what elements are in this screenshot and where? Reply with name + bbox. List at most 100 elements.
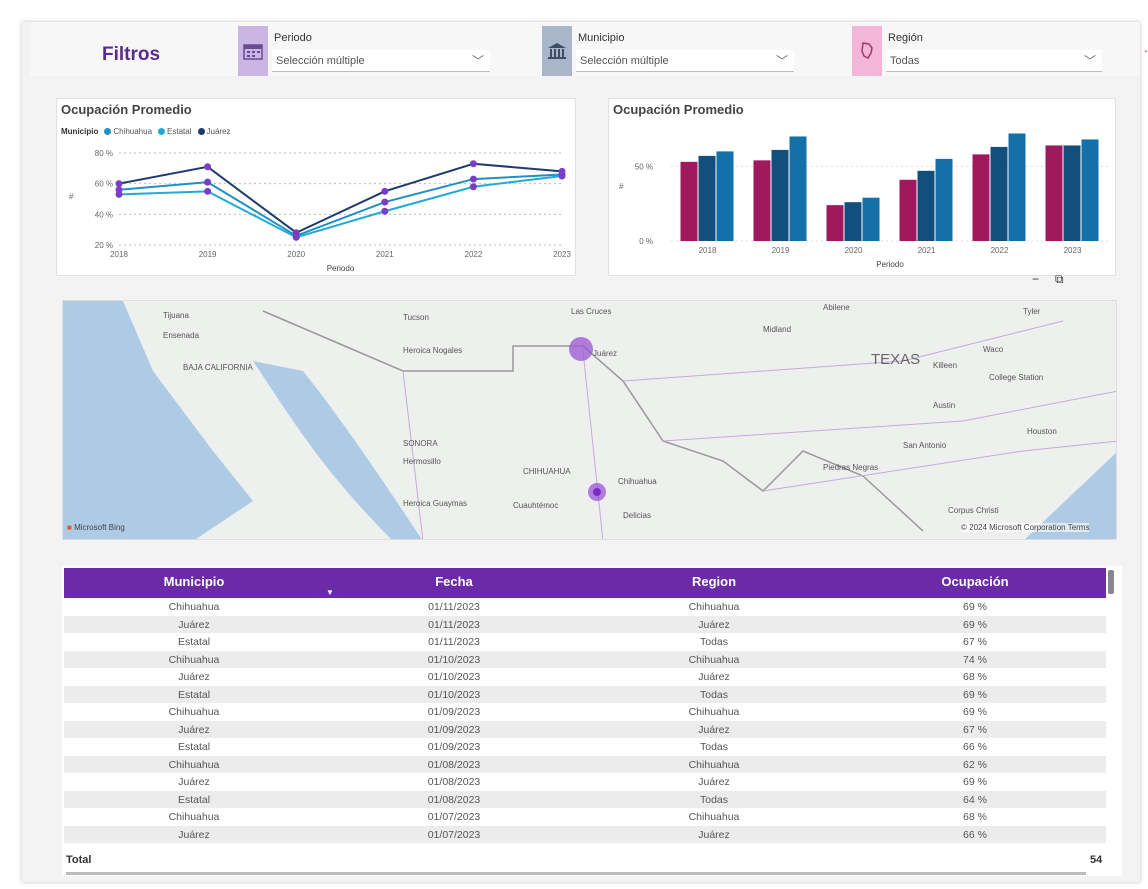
table-cell: Todas xyxy=(699,793,729,806)
table-row[interactable]: Estatal 01/08/2023 Todas 64 % xyxy=(64,790,1106,808)
map-label: Waco xyxy=(983,345,1004,354)
sort-down-icon[interactable]: ▼ xyxy=(326,588,334,597)
chevron-down-icon: ﹀ xyxy=(775,54,788,68)
bar xyxy=(990,146,1008,241)
focus-mode-icon[interactable]: ⧉ xyxy=(1055,272,1064,287)
table-cell: Chihuahua xyxy=(168,601,220,613)
map-attribution[interactable]: © 2024 Microsoft Corporation Terms xyxy=(961,523,1090,532)
filter-municipio[interactable]: Municipio Selección múltiple ﹀ xyxy=(542,26,794,76)
data-point xyxy=(204,178,212,186)
chevron-down-icon: ﹀ xyxy=(1083,54,1096,68)
filter-municipio-label: Municipio xyxy=(578,32,625,44)
table-header: Municipio Fecha Region Ocupación ▼ xyxy=(64,568,1106,598)
table-cell: Estatal xyxy=(177,793,211,806)
series-line-1 xyxy=(118,175,563,239)
header-municipio[interactable]: Municipio xyxy=(64,574,324,589)
table-cell: Chihuahua xyxy=(688,706,740,718)
table-body: Chihuahua 01/11/2023 Chihuahua 69 % Juárez 01… xyxy=(64,598,1106,843)
data-point xyxy=(469,160,477,168)
table-cell: 67 % xyxy=(963,723,987,736)
bar xyxy=(1045,145,1063,241)
filter-region-select[interactable]: Todas ﹀ xyxy=(886,50,1102,72)
map-label: College Station xyxy=(989,373,1044,382)
filter-municipio-select[interactable]: Selección múltiple ﹀ xyxy=(576,50,794,72)
data-point xyxy=(204,187,212,195)
map-label: Corpus Christi xyxy=(948,506,999,515)
total-value: 54 xyxy=(1090,854,1103,866)
bar xyxy=(899,179,917,241)
bar-chart-panel: Ocupación Promedio 0 % 50 % #2018 2019 2020 2… xyxy=(608,98,1116,276)
table-cell: 62 % xyxy=(963,758,987,771)
table-cell: Juárez xyxy=(698,671,730,683)
table-cell: Chihuahua xyxy=(168,758,220,771)
table-cell: Juárez xyxy=(178,828,210,841)
series-line-2 xyxy=(118,162,563,234)
map-label: Austin xyxy=(933,401,956,410)
header-region[interactable]: Region xyxy=(584,574,844,589)
table-row[interactable]: Juárez 01/09/2023 Juárez 67 % xyxy=(64,720,1106,738)
map-svg xyxy=(63,301,1116,539)
table-cell: 01/11/2023 xyxy=(428,636,480,648)
data-point xyxy=(469,175,477,183)
table-cell: 64 % xyxy=(963,793,987,806)
bar-chart-svg: 0 % 50 % #2018 2019 2020 2021 2022 2023 Periodo xyxy=(619,133,1109,269)
bubble-juarez[interactable] xyxy=(569,337,593,361)
table-row[interactable]: Chihuahua 01/09/2023 Chihuahua 69 % xyxy=(64,703,1106,721)
y-tick-label: 80 % xyxy=(95,149,113,158)
map-visual[interactable]: Tijuana Ensenada BAJA CALIFORNIA Tucson Hero… xyxy=(62,300,1117,540)
bubble-chihuahua-center xyxy=(593,488,601,496)
table-row[interactable]: Chihuahua 01/07/2023 Chihuahua 68 % xyxy=(64,808,1106,826)
map-label: Heroica Nogales xyxy=(403,346,463,355)
table-row[interactable]: Chihuahua 01/11/2023 Chihuahua 69 % xyxy=(64,598,1106,616)
map-label: Las Cruces xyxy=(571,307,612,316)
filter-periodo[interactable]: Periodo Selección múltiple ﹀ xyxy=(238,26,490,76)
minus-icon[interactable]: − xyxy=(1032,272,1039,287)
table-row[interactable]: Juárez 01/08/2023 Juárez 69 % xyxy=(64,773,1106,791)
map-label: Chihuahua xyxy=(618,477,657,486)
table-row[interactable]: Estatal 01/09/2023 Todas 66 % xyxy=(64,738,1106,756)
table-cell: 01/07/2023 xyxy=(427,828,481,841)
table-cell: Chihuahua xyxy=(168,811,220,823)
table-cell: 74 % xyxy=(963,653,987,666)
map-label: Tyler xyxy=(1023,307,1041,316)
map-label: Hermosillo xyxy=(403,457,441,466)
table-row[interactable]: Chihuahua 01/08/2023 Chihuahua 62 % xyxy=(64,755,1106,773)
pacific-ocean xyxy=(63,301,253,539)
table-cell: 01/09/2023 xyxy=(427,741,481,753)
table-row[interactable]: Estatal 01/10/2023 Todas 69 % xyxy=(64,685,1106,703)
header-fecha[interactable]: Fecha xyxy=(324,574,584,589)
table-cell: Juárez xyxy=(698,618,730,631)
table-cell: Juárez xyxy=(698,776,730,788)
filter-periodo-select[interactable]: Selección múltiple ﹀ xyxy=(272,50,490,72)
filter-region-value: Todas xyxy=(890,55,920,67)
table-cell: Chihuahua xyxy=(168,653,220,666)
table-row[interactable]: Juárez 01/10/2023 Juárez 68 % xyxy=(64,668,1106,686)
bar xyxy=(862,197,880,241)
table-cell: 66 % xyxy=(963,741,987,753)
map-label: Houston xyxy=(1027,427,1057,436)
table-row[interactable]: Juárez 01/07/2023 Juárez 66 % xyxy=(64,825,1106,843)
table-cell: 01/10/2023 xyxy=(427,671,481,683)
table-scrollbar[interactable] xyxy=(1108,570,1114,594)
table-cell: 67 % xyxy=(963,636,987,648)
table-cell: 69 % xyxy=(963,618,987,631)
filter-region-label: Región xyxy=(888,32,923,44)
map-tools: − ⧉ xyxy=(1032,272,1064,287)
filter-region[interactable]: Región Todas ﹀ xyxy=(852,26,1104,76)
header-ocupacion[interactable]: Ocupación xyxy=(844,574,1106,589)
table-cell: Estatal xyxy=(177,636,211,648)
table-row[interactable]: Juárez 01/11/2023 Juárez 69 % xyxy=(64,615,1106,633)
bar xyxy=(935,158,953,241)
bar xyxy=(1081,139,1099,241)
filter-periodo-label: Periodo xyxy=(274,32,312,44)
table-cell: Juárez xyxy=(698,828,730,841)
table-row[interactable]: Chihuahua 01/10/2023 Chihuahua 74 % xyxy=(64,650,1106,668)
x-tick-label: 2021 xyxy=(376,250,394,259)
roads xyxy=(402,320,1116,539)
table-cell: 69 % xyxy=(963,706,987,718)
arrow-left-icon[interactable]: ← xyxy=(1142,42,1148,56)
table-hscrollbar[interactable] xyxy=(66,872,1086,875)
table-cell: 01/10/2023 xyxy=(427,653,481,666)
filter-municipio-value: Selección múltiple xyxy=(580,55,669,67)
table-row[interactable]: Estatal 01/11/2023 Todas 67 % xyxy=(64,633,1106,651)
